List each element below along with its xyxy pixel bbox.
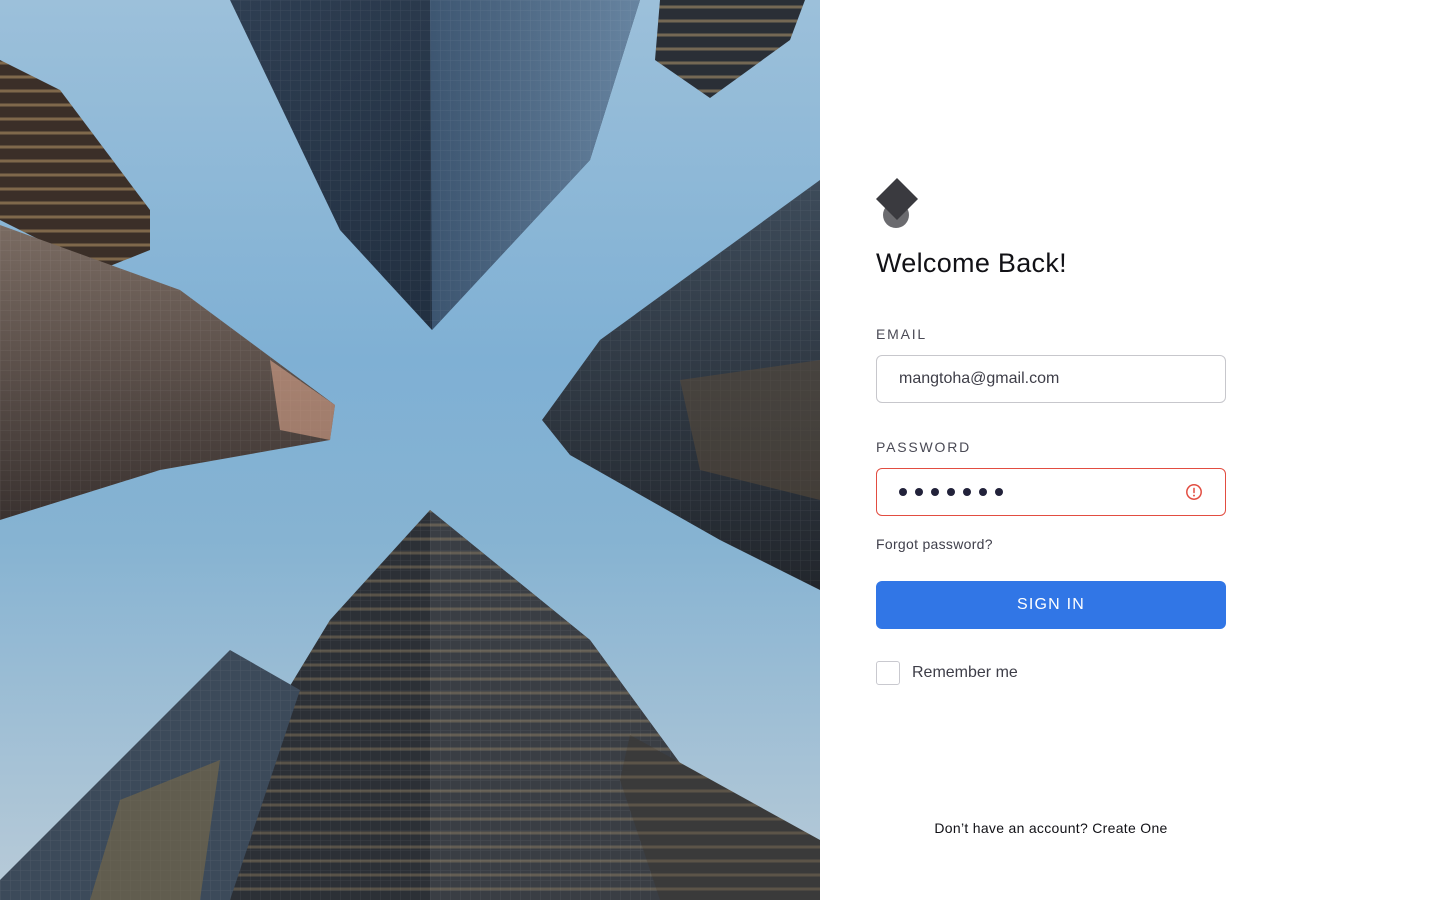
remember-me-label: Remember me bbox=[912, 664, 1018, 681]
password-dot bbox=[979, 488, 987, 496]
remember-me-checkbox[interactable] bbox=[876, 661, 900, 685]
sign-in-button[interactable]: SIGN IN bbox=[876, 581, 1226, 629]
password-label: PASSWORD bbox=[876, 439, 972, 455]
email-field[interactable]: mangtoha@gmail.com bbox=[876, 355, 1226, 403]
signup-prompt: Don’t have an account? Create One bbox=[876, 820, 1226, 836]
password-field[interactable] bbox=[876, 468, 1226, 516]
login-panel: Welcome Back! EMAIL mangtoha@gmail.com P… bbox=[820, 0, 1440, 900]
forgot-password-link[interactable]: Forgot password? bbox=[876, 536, 993, 552]
email-label: EMAIL bbox=[876, 326, 928, 342]
create-account-link[interactable]: Create One bbox=[1092, 820, 1167, 836]
signup-prompt-text: Don’t have an account? bbox=[934, 820, 1089, 836]
hero-skyscrapers-image bbox=[0, 0, 820, 900]
remember-me[interactable]: Remember me bbox=[876, 661, 1018, 685]
password-dot bbox=[931, 488, 939, 496]
skyscrapers-illustration bbox=[0, 0, 820, 900]
diamond-circle-logo-icon bbox=[876, 178, 918, 228]
password-masked-value bbox=[899, 488, 1003, 496]
password-dot bbox=[915, 488, 923, 496]
password-dot bbox=[899, 488, 907, 496]
email-value: mangtoha@gmail.com bbox=[899, 370, 1060, 387]
password-dot bbox=[963, 488, 971, 496]
alert-circle-icon bbox=[1186, 484, 1202, 500]
password-dot bbox=[995, 488, 1003, 496]
page-title: Welcome Back! bbox=[876, 248, 1067, 278]
password-dot bbox=[947, 488, 955, 496]
